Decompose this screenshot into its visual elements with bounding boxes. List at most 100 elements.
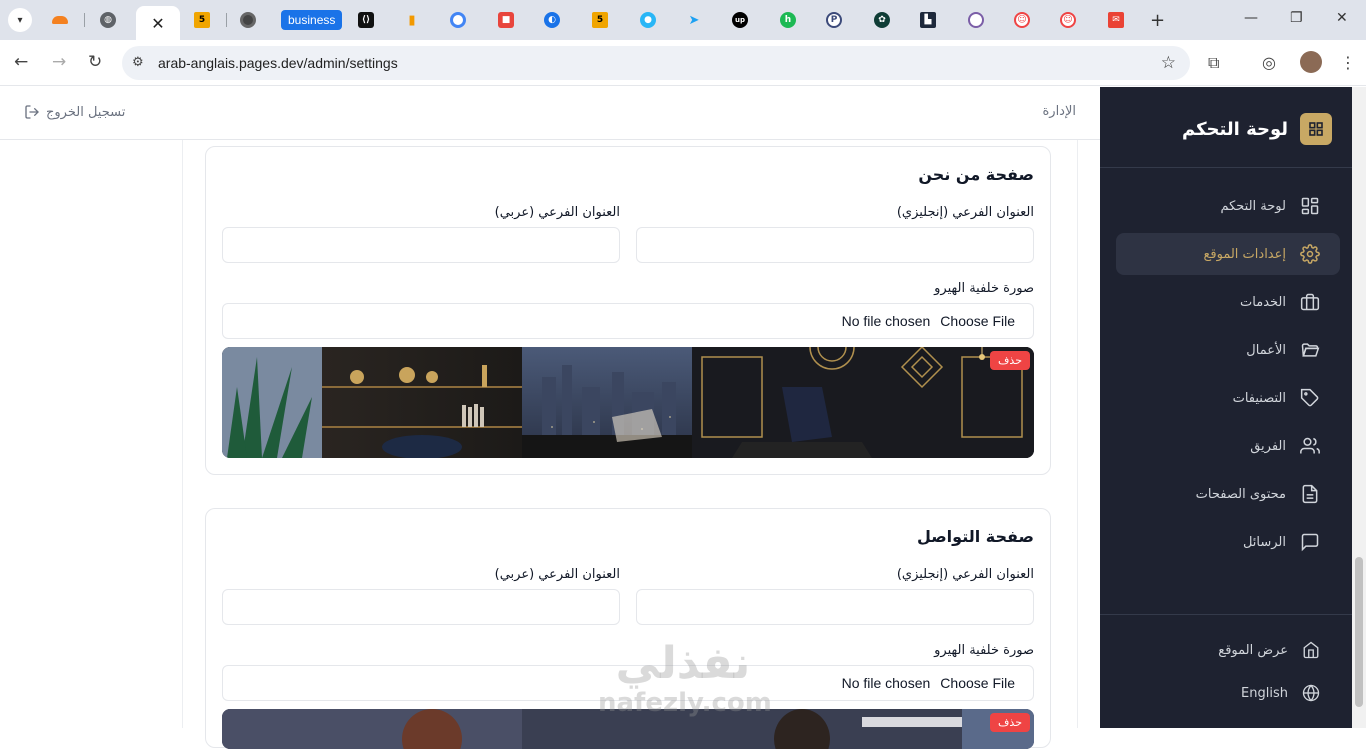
app-icon: P (826, 12, 842, 28)
hero-image-preview: حذف (222, 709, 1034, 749)
tab-w3[interactable]: 5 (180, 6, 224, 34)
folder-icon (1301, 343, 1320, 357)
scrollbar-thumb[interactable] (1355, 557, 1363, 707)
sidebar-item-site-settings[interactable]: إعدادات الموقع (1116, 233, 1340, 275)
subtitle-ar-input[interactable] (222, 227, 620, 263)
choose-file-button[interactable]: Choose File (940, 313, 1015, 329)
business-tab-group[interactable]: business (281, 10, 343, 30)
hero-file-input[interactable]: Choose File No file chosen (222, 665, 1034, 701)
home-icon (1303, 641, 1319, 659)
tab-active[interactable]: ✕ (136, 6, 180, 40)
tab-globe[interactable]: ◍ (86, 6, 130, 34)
forward-icon[interactable]: → (52, 52, 66, 72)
sidebar-item-team[interactable]: الفريق (1116, 425, 1340, 467)
browser-tab-strip: ▾ ◍ ✕ 5 business ⟨⟩ ▮ ■ ◐ 5 ● ➤ up h P ✿… (0, 0, 1366, 40)
sidebar-item-page-content[interactable]: محتوى الصفحات (1116, 473, 1340, 515)
tab-code[interactable]: ⟨⟩ (344, 6, 388, 34)
tab-app-7[interactable] (954, 6, 998, 34)
sidebar-item-dashboard[interactable]: لوحة التحكم (1116, 185, 1340, 227)
app-icon: ▙ (920, 12, 936, 28)
url-bar[interactable]: ⚙ arab-anglais.pages.dev/admin/settings … (122, 46, 1190, 80)
new-tab-icon[interactable]: + (1150, 10, 1165, 31)
close-window-icon[interactable]: ✕ (1336, 10, 1348, 26)
minimize-icon[interactable]: — (1244, 10, 1258, 26)
extensions-icon[interactable]: ⧉ (1208, 53, 1219, 73)
tab-send[interactable]: ➤ (672, 6, 716, 34)
chatgpt-icon: ✿ (874, 12, 890, 28)
hero-file-input[interactable]: Choose File No file chosen (222, 303, 1034, 339)
w3-icon: 5 (592, 12, 608, 28)
back-icon[interactable]: ← (14, 52, 28, 72)
document-icon (1302, 484, 1318, 504)
sidebar-item-services[interactable]: الخدمات (1116, 281, 1340, 323)
sidebar-item-label: محتوى الصفحات (1195, 486, 1286, 502)
breadcrumb[interactable]: الإدارة (1042, 104, 1076, 119)
close-tab-icon[interactable]: ✕ (151, 14, 164, 33)
subtitle-en-input[interactable] (636, 589, 1034, 625)
tab-w3-2[interactable]: 5 (578, 6, 622, 34)
page-scrollbar[interactable] (1352, 87, 1366, 728)
tab-search-button[interactable]: ▾ (8, 8, 32, 32)
delete-image-button[interactable]: حذف (990, 713, 1030, 732)
dashboard-logo-icon (1300, 113, 1332, 145)
app-icon: h (780, 12, 796, 28)
tab-app-4[interactable]: h (766, 6, 810, 34)
sidebar-item-works[interactable]: الأعمال (1116, 329, 1340, 371)
sidebar-item-label: الرسائل (1242, 534, 1286, 550)
app-icon: ◐ (544, 12, 560, 28)
sidebar-item-label: English (1241, 685, 1288, 701)
sidebar-item-label: التصنيفات (1232, 390, 1286, 406)
tab-gmail[interactable]: ✉ (1094, 6, 1138, 34)
tab-upwork[interactable]: up (718, 6, 762, 34)
subtitle-ar-label: العنوان الفرعي (عربي) (494, 567, 620, 582)
subtitle-ar-input[interactable] (222, 589, 620, 625)
tab-app-1[interactable]: ■ (484, 6, 528, 34)
tab-cloudflare[interactable] (38, 6, 82, 34)
tab-app-5[interactable]: P (812, 6, 856, 34)
hero-image-label: صورة خلفية الهيرو (934, 643, 1034, 658)
profile-avatar[interactable] (1300, 51, 1322, 73)
cloudflare-icon (52, 16, 68, 24)
tab-app-8[interactable]: ☺ (1000, 6, 1044, 34)
office-interior-image (222, 347, 1034, 458)
bookmark-star-icon[interactable]: ☆ (1161, 53, 1176, 73)
tab-app-2[interactable]: ◐ (530, 6, 574, 34)
maximize-icon[interactable]: ❐ (1290, 10, 1303, 26)
sidebar-item-label: الخدمات (1240, 294, 1286, 310)
logout-button[interactable]: تسجيل الخروج (24, 104, 125, 120)
card-title: صفحة التواصل (916, 527, 1034, 546)
choose-file-button[interactable]: Choose File (940, 675, 1015, 691)
sidebar-item-messages[interactable]: الرسائل (1116, 521, 1340, 563)
tab-chatgpt[interactable]: ✿ (860, 6, 904, 34)
menu-kebab-icon[interactable]: ⋮ (1340, 53, 1356, 72)
message-icon (1301, 533, 1319, 552)
tab-app-3[interactable]: ● (626, 6, 670, 34)
delete-image-button[interactable]: حذف (990, 351, 1030, 370)
sidebar-language-switch[interactable]: English (1116, 672, 1340, 714)
reload-icon[interactable]: ↻ (88, 52, 102, 72)
tab-chrome[interactable] (226, 6, 270, 34)
admin-sidebar: لوحة التحكم لوحة التحكم إعدادات الموقع ا… (1100, 87, 1352, 728)
tab-analytics[interactable]: ▮ (390, 6, 434, 34)
site-info-icon[interactable]: ⚙ (132, 55, 144, 70)
app-icon: ● (640, 12, 656, 28)
subtitle-en-input[interactable] (636, 227, 1034, 263)
tab-app-6[interactable]: ▙ (906, 6, 950, 34)
globe-icon: ◍ (100, 12, 116, 28)
gmail-icon: ✉ (1108, 12, 1124, 28)
sidebar-item-categories[interactable]: التصنيفات (1116, 377, 1340, 419)
gear-icon (1300, 244, 1320, 264)
hero-image-label: صورة خلفية الهيرو (934, 281, 1034, 296)
url-text[interactable]: arab-anglais.pages.dev/admin/settings (158, 55, 398, 71)
logout-icon (25, 105, 39, 119)
performance-icon[interactable]: ◎ (1262, 53, 1276, 72)
upwork-icon: up (732, 12, 748, 28)
globe-icon (1302, 684, 1320, 702)
sidebar-view-site[interactable]: عرض الموقع (1116, 629, 1340, 671)
send-icon: ➤ (688, 12, 700, 28)
subtitle-en-label: العنوان الفرعي (إنجليزي) (896, 567, 1034, 582)
sidebar-brand[interactable]: لوحة التحكم (1182, 113, 1332, 145)
subtitle-ar-label: العنوان الفرعي (عربي) (494, 205, 620, 220)
tab-app-9[interactable]: ☺ (1046, 6, 1090, 34)
tab-google[interactable] (436, 6, 480, 34)
